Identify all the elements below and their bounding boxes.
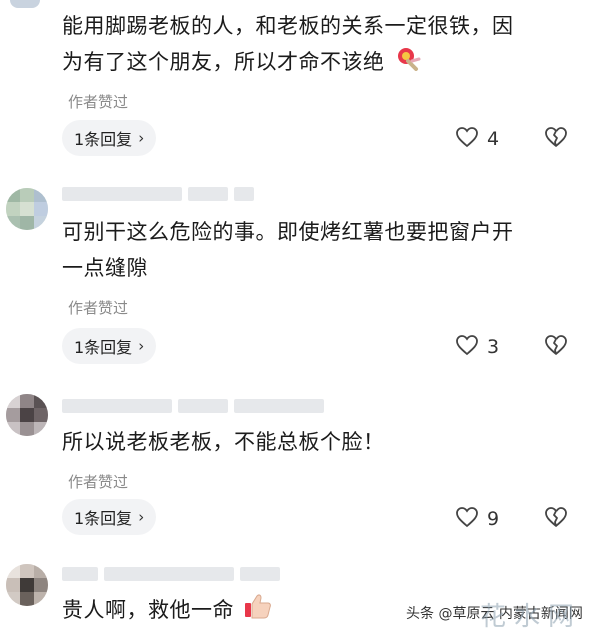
heart-icon: [455, 334, 479, 360]
username-blurred[interactable]: [62, 398, 324, 414]
like-button[interactable]: 3: [455, 334, 499, 360]
comment-text: 能用脚踢老板的人，和老板的关系一定很铁，因 为有了这个朋友，所以才命不该绝: [62, 8, 582, 82]
chevron-right-icon: ›: [138, 508, 145, 526]
comment-text-line: 贵人啊，救他一命: [62, 598, 234, 622]
dislike-button[interactable]: [543, 126, 569, 152]
like-count: 3: [487, 336, 500, 358]
like-button[interactable]: 9: [455, 506, 499, 532]
heart-icon: [455, 126, 479, 152]
avatar[interactable]: [6, 564, 48, 606]
site-logo-watermark: 花水网: [480, 602, 583, 632]
author-liked-badge: 作者赞过: [68, 93, 129, 111]
like-button[interactable]: 4: [455, 126, 499, 152]
broken-heart-icon: [543, 335, 569, 360]
comment-text-line: 能用脚踢老板的人，和老板的关系一定很铁，因: [62, 14, 514, 38]
thumbs-up-emoji-icon: [243, 593, 273, 630]
avatar[interactable]: [6, 394, 48, 436]
like-count: 9: [487, 508, 500, 530]
reply-count-label: 1条回复: [74, 509, 133, 528]
view-replies-button[interactable]: 1条回复 ›: [62, 499, 157, 535]
comment-text: 所以说老板老板，不能总板个脸！: [62, 424, 582, 460]
rose-emoji-icon: [394, 45, 422, 82]
author-liked-badge: 作者赞过: [68, 473, 129, 491]
broken-heart-icon: [543, 127, 569, 152]
like-count: 4: [487, 128, 500, 150]
chevron-right-icon: ›: [138, 129, 145, 147]
comment-feed: 能用脚踢老板的人，和老板的关系一定很铁，因 为有了这个朋友，所以才命不该绝 作者…: [0, 0, 600, 637]
avatar[interactable]: [6, 188, 48, 230]
comment-text-line: 一点缝隙: [62, 256, 148, 280]
chevron-right-icon: ›: [138, 337, 145, 355]
dislike-button[interactable]: [543, 334, 569, 360]
author-liked-badge: 作者赞过: [68, 299, 129, 317]
comment-text-line: 所以说老板老板，不能总板个脸！: [62, 430, 385, 454]
comment-text-line: 为有了这个朋友，所以才命不该绝: [62, 44, 582, 82]
username-blurred[interactable]: [62, 566, 280, 582]
dislike-button[interactable]: [543, 506, 569, 532]
reply-count-label: 1条回复: [74, 338, 133, 357]
broken-heart-icon: [543, 507, 569, 532]
view-replies-button[interactable]: 1条回复 ›: [62, 328, 157, 364]
username-blurred[interactable]: [62, 186, 254, 202]
heart-icon: [455, 506, 479, 532]
comment-text-line: 可别干这么危险的事。即使烤红薯也要把窗户开: [62, 220, 514, 244]
reply-count-label: 1条回复: [74, 130, 133, 149]
avatar-partial: [10, 0, 40, 8]
view-replies-button[interactable]: 1条回复 ›: [62, 120, 157, 156]
comment-text: 可别干这么危险的事。即使烤红薯也要把窗户开 一点缝隙: [62, 214, 582, 286]
